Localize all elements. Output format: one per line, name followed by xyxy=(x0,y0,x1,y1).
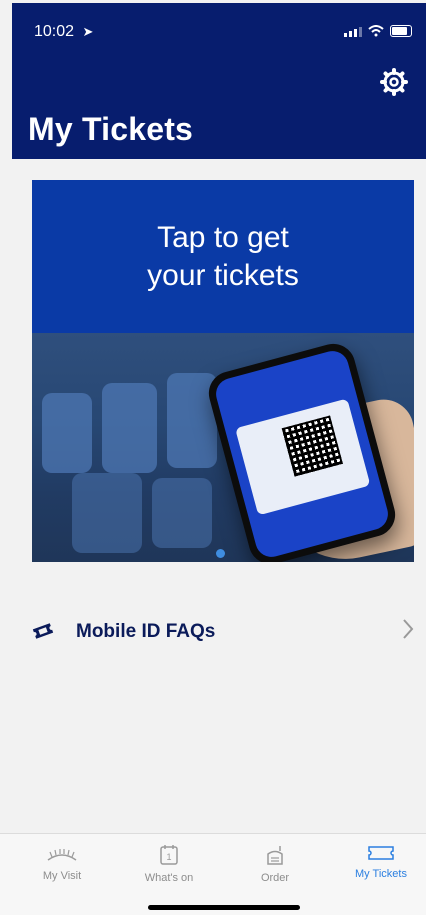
phone-screen xyxy=(212,347,392,561)
wifi-icon xyxy=(368,25,384,37)
tab-bar: My Visit 1 What's on Order My Tickets xyxy=(0,833,426,915)
ticket-icon xyxy=(368,846,394,860)
mobile-id-faqs-row[interactable]: Mobile ID FAQs xyxy=(0,600,426,664)
tab-my-tickets[interactable]: My Tickets xyxy=(336,844,426,880)
faq-label: Mobile ID FAQs xyxy=(76,621,216,642)
page-indicator-dot xyxy=(216,549,225,558)
tab-label: My Tickets xyxy=(355,868,407,880)
tab-order[interactable]: Order xyxy=(230,844,320,884)
ticket-card-image xyxy=(235,398,371,516)
stadium-seat xyxy=(102,383,157,473)
banner-text-area: Tap to get your tickets xyxy=(32,180,414,333)
phone-image xyxy=(203,338,401,562)
status-bar-time: 10:02 ➤ xyxy=(34,23,93,41)
settings-gear-icon[interactable] xyxy=(380,68,408,96)
tab-label: Order xyxy=(260,872,290,884)
stadium-icon xyxy=(47,849,77,861)
banner-photo xyxy=(32,333,414,562)
qr-code-icon xyxy=(281,415,343,477)
tab-my-visit[interactable]: My Visit xyxy=(17,844,107,882)
banner-text-line2: your tickets xyxy=(147,258,299,292)
ticket-icon xyxy=(32,623,54,639)
tab-label: My Visit xyxy=(42,870,82,882)
signal-icon xyxy=(344,27,362,37)
tab-label: What's on xyxy=(144,872,194,884)
stadium-seat xyxy=(72,473,142,553)
stadium-seat xyxy=(42,393,92,473)
time-text: 10:02 xyxy=(34,23,75,40)
home-indicator xyxy=(148,905,300,910)
tab-whats-on[interactable]: 1 What's on xyxy=(124,844,214,884)
svg-text:1: 1 xyxy=(166,852,171,862)
banner-text: Tap to get your tickets xyxy=(147,219,299,295)
status-icons xyxy=(344,25,412,37)
banner-text-line1: Tap to get xyxy=(157,220,289,254)
battery-icon xyxy=(390,25,412,37)
get-tickets-banner[interactable]: Tap to get your tickets xyxy=(32,180,414,562)
calendar-icon: 1 xyxy=(160,845,178,865)
app-header: 10:02 ➤ My Tickets xyxy=(12,3,426,159)
page-title: My Tickets xyxy=(28,111,194,147)
order-icon xyxy=(267,846,283,865)
location-arrow-icon: ➤ xyxy=(82,24,94,39)
chevron-right-icon xyxy=(403,619,414,639)
stadium-seat xyxy=(152,478,212,548)
